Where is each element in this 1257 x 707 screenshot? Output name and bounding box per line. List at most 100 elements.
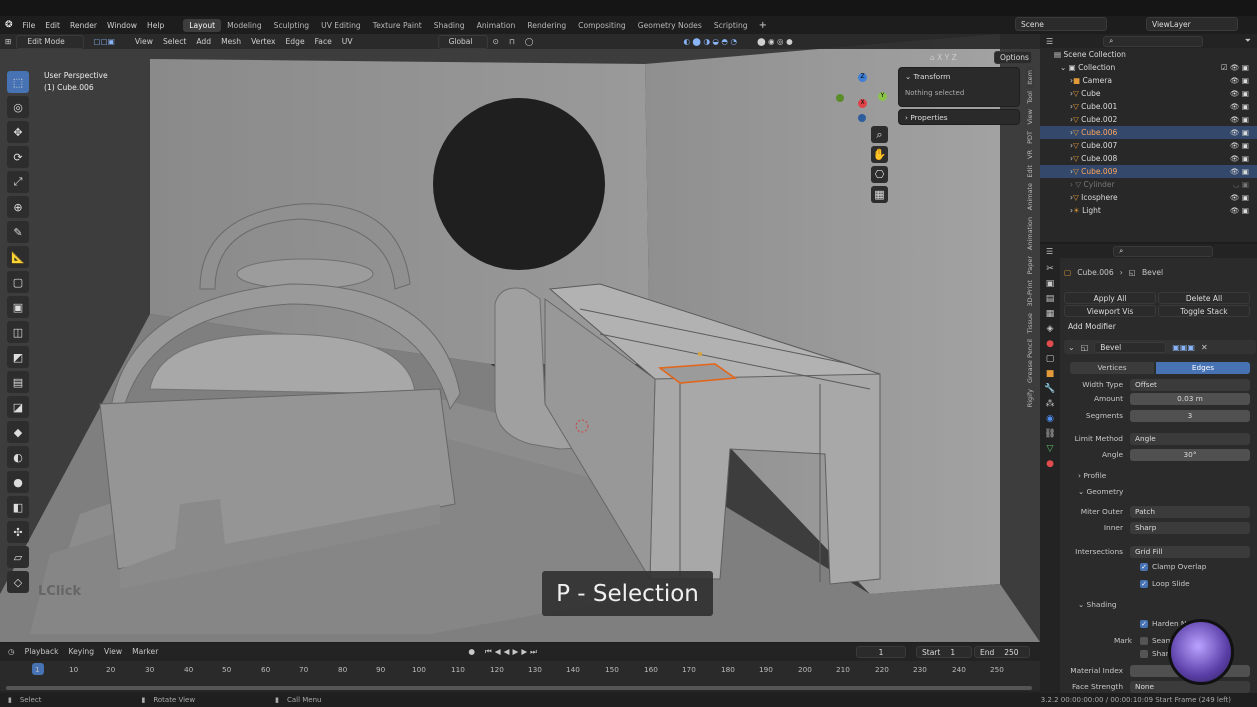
mirror-axis-toggles[interactable]: ⌂ X Y Z [930,53,957,62]
snap-icon[interactable]: ⊓ [504,37,520,46]
properties-search[interactable]: ⌕ [1113,245,1214,257]
gizmo-z-axis[interactable]: Z [858,73,867,82]
vertices-toggle[interactable]: Vertices [1070,362,1154,374]
tab-shading[interactable]: Shading [428,19,471,32]
add-workspace-icon[interactable]: + [754,20,772,31]
tab-scripting[interactable]: Scripting [708,19,754,32]
extrude-icon[interactable]: ▣ [7,296,29,318]
toggle-stack-button[interactable]: Toggle Stack [1158,305,1250,317]
measure-icon[interactable]: 📐 [7,246,29,268]
properties-editor-icon[interactable]: ☰ [1046,247,1053,256]
side-tab-item[interactable]: Item [1026,67,1034,88]
scale-icon[interactable]: ⤢ [7,171,29,193]
pivot-icon[interactable]: ⊙ [488,37,504,46]
annotate-icon[interactable]: ✎ [7,221,29,243]
width-type-select[interactable]: Offset [1130,378,1250,391]
transform-icon[interactable]: ⊕ [7,196,29,218]
side-tab-view[interactable]: View [1026,106,1034,127]
outliner-search[interactable]: ⌕ [1103,35,1204,47]
world-tab-icon[interactable]: ● [1046,339,1054,349]
modifier-close-icon[interactable]: ✕ [1201,343,1208,352]
editor-type-icon[interactable]: ⊞ [0,37,16,46]
3d-viewport[interactable]: User Perspective (1) Cube.006 LClick P -… [0,34,1040,642]
grid-ortho-icon[interactable]: ▦ [871,186,888,203]
intersections-select[interactable]: Grid Fill [1130,545,1250,558]
scene-selector[interactable]: Scene [1015,17,1107,31]
menu-edit[interactable]: Edit [40,21,65,30]
zoom-icon[interactable]: ⌕ [871,126,888,143]
menu-add[interactable]: Add [191,37,216,46]
outliner-item-cube-009[interactable]: › ▽ Cube.009 👁 ▣ [1040,165,1257,178]
loop-cut-icon[interactable]: ▤ [7,371,29,393]
options-button[interactable]: Options [994,51,1032,64]
edge-slide-icon[interactable]: ◧ [7,496,29,518]
segments-field[interactable]: 3 [1130,409,1250,422]
side-tab-animate[interactable]: Animate [1026,180,1034,213]
tab-geometry-nodes[interactable]: Geometry Nodes [632,19,708,32]
tab-animation[interactable]: Animation [471,19,522,32]
outliner-item-cube-002[interactable]: › ▽ Cube.002 👁 ▣ [1040,113,1257,126]
inner-select[interactable]: Sharp [1130,521,1250,534]
menu-window[interactable]: Window [102,21,142,30]
inset-icon[interactable]: ◫ [7,321,29,343]
menu-view[interactable]: View [130,37,158,46]
shading-icons[interactable]: ⬤ ◉ ◎ ● [752,37,798,46]
outliner-item-light[interactable]: › ☀ Light 👁 ▣ [1040,204,1257,217]
spin-icon[interactable]: ◐ [7,446,29,468]
gizmo-x-axis[interactable]: X [858,99,867,108]
tool-tab-icon[interactable]: ✂ [1046,264,1054,274]
side-tab-3d-print[interactable]: 3D-Print [1026,277,1034,309]
side-tab-paper[interactable]: Paper [1026,253,1034,277]
viewport-vis-button[interactable]: Viewport Vis [1064,305,1156,317]
side-tab-vr[interactable]: VR [1026,147,1034,162]
mode-selector[interactable]: Edit Mode [16,34,85,49]
view-layer-tab-icon[interactable]: ▦ [1046,309,1055,319]
output-tab-icon[interactable]: ▤ [1046,294,1055,304]
cursor-icon[interactable]: ◎ [7,96,29,118]
apply-all-button[interactable]: Apply All [1064,292,1156,304]
menu-select[interactable]: Select [158,37,191,46]
side-tab-edit[interactable]: Edit [1026,162,1034,181]
edges-toggle[interactable]: Edges [1156,362,1250,374]
side-tab-pdt[interactable]: PDT [1026,128,1034,147]
geometry-panel[interactable]: ⌄ Geometry [1078,487,1123,496]
delete-all-button[interactable]: Delete All [1158,292,1250,304]
move-icon[interactable]: ✥ [7,121,29,143]
loop-slide-checkbox[interactable]: ✓ Loop Slide [1140,579,1190,588]
outliner-item-cube-008[interactable]: › ▽ Cube.008 👁 ▣ [1040,152,1257,165]
rip-icon[interactable]: ◇ [7,571,29,593]
tab-modeling[interactable]: Modeling [221,19,268,32]
gizmo-y-axis[interactable]: Y [878,92,887,101]
outliner-item-cube-006[interactable]: › ▽ Cube.006 👁 ▣ [1040,126,1257,139]
outliner-editor-icon[interactable]: ☰ [1046,37,1053,46]
side-tab-grease-pencil[interactable]: Grease Pencil [1026,336,1034,386]
menu-mesh[interactable]: Mesh [216,37,246,46]
menu-edge[interactable]: Edge [281,37,310,46]
clamp-overlap-checkbox[interactable]: ✓ Clamp Overlap [1140,562,1206,571]
outliner-collection[interactable]: ⌄ ▣ Collection ☑ 👁 ▣ [1040,61,1257,74]
add-cube-icon[interactable]: ▢ [7,271,29,293]
poly-build-icon[interactable]: ◆ [7,421,29,443]
add-modifier-button[interactable]: Add Modifier [1068,322,1116,331]
tab-sculpting[interactable]: Sculpting [268,19,315,32]
visibility-toggles[interactable]: ▣▣▣ [1172,343,1195,352]
transform-header[interactable]: ⌄ Transform [899,68,1019,85]
outliner-item-icosphere[interactable]: › ▽ Icosphere 👁 ▣ [1040,191,1257,204]
collapse-icon[interactable]: ⌄ [1068,343,1075,352]
knife-icon[interactable]: ◪ [7,396,29,418]
menu-render[interactable]: Render [65,21,102,30]
shading-panel[interactable]: ⌄ Shading [1078,600,1117,609]
tab-uv-editing[interactable]: UV Editing [315,19,367,32]
select-mode-icons[interactable]: ▢▢▣ [88,37,120,46]
tab-compositing[interactable]: Compositing [572,19,632,32]
bevel-icon[interactable]: ◩ [7,346,29,368]
menu-file[interactable]: File [18,21,41,30]
menu-face[interactable]: Face [310,37,337,46]
menu-vertex[interactable]: Vertex [246,37,280,46]
modifier-name-field[interactable]: Bevel [1094,341,1167,353]
tab-texture-paint[interactable]: Texture Paint [367,19,428,32]
tab-rendering[interactable]: Rendering [521,19,572,32]
seam-checkbox[interactable]: Seam [1140,636,1173,645]
outliner-item-cube[interactable]: › ▽ Cube 👁 ▣ [1040,87,1257,100]
overlay-icons[interactable]: ◐ ⬤ ◑ ◒ ◓ ◔ [678,37,742,46]
